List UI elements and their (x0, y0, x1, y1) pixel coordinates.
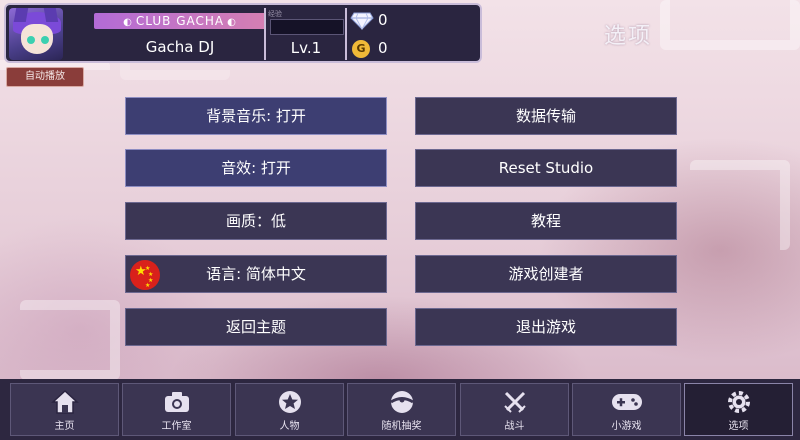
nav-gacha[interactable]: 随机抽奖 (347, 383, 456, 436)
game-creators-button[interactable]: 游戏创建者 (415, 255, 677, 293)
nav-label: 小游戏 (611, 421, 642, 432)
auto-play-button[interactable]: 自动播放 (6, 67, 84, 87)
china-flag-icon: ★ ★ ★ ★ ★ (130, 260, 160, 290)
diamond-icon (350, 12, 374, 30)
nav-label: 随机抽奖 (381, 421, 422, 432)
gacha-ball-icon (348, 388, 455, 416)
tutorial-button[interactable]: 教程 (415, 202, 677, 240)
club-name: CLUB GACHA (94, 13, 266, 29)
button-label: 语言: 简体中文 (206, 265, 306, 283)
avatar[interactable] (9, 8, 63, 60)
nav-label: 工作室 (161, 421, 192, 432)
gem-count: 0 (378, 11, 388, 29)
gold-coin-icon: G (352, 40, 370, 58)
gamepad-icon (573, 388, 680, 416)
button-label: 背景音乐: 打开 (206, 107, 306, 125)
nav-label: 人物 (279, 421, 300, 432)
nav-label: 主页 (54, 421, 75, 432)
camera-icon (123, 388, 230, 416)
divider (264, 8, 266, 60)
nav-characters[interactable]: 人物 (235, 383, 344, 436)
exit-game-button[interactable]: 退出游戏 (415, 308, 677, 346)
data-transfer-button[interactable]: 数据传输 (415, 97, 677, 135)
player-level: Lv.1 (290, 39, 322, 57)
language-button[interactable]: ★ ★ ★ ★ ★ 语言: 简体中文 (125, 255, 387, 293)
home-icon (11, 388, 118, 416)
crossed-swords-icon (461, 388, 568, 416)
background-swirl (690, 160, 790, 250)
button-label: 数据传输 (515, 107, 576, 125)
button-label: 游戏创建者 (508, 265, 584, 283)
bgm-toggle-button[interactable]: 背景音乐: 打开 (125, 97, 387, 135)
gear-icon (685, 388, 792, 416)
gold-count: 0 (378, 39, 388, 57)
button-label: 画质：低 (225, 212, 286, 230)
star-icon (236, 388, 343, 416)
reset-studio-button[interactable]: Reset Studio (415, 149, 677, 187)
button-label: 教程 (530, 212, 561, 230)
nav-label: 选项 (728, 421, 749, 432)
background-swirl (660, 0, 800, 50)
xp-label: 经验 (268, 10, 282, 18)
button-label: 退出游戏 (515, 318, 576, 336)
page-title: 选项 (604, 24, 653, 49)
nav-options[interactable]: 选项 (684, 383, 793, 436)
divider (345, 8, 347, 60)
player-name: Gacha DJ (145, 38, 215, 56)
button-label: Reset Studio (498, 159, 594, 177)
button-label: 返回主题 (225, 318, 286, 336)
sfx-toggle-button[interactable]: 音效: 打开 (125, 149, 387, 187)
xp-bar (270, 19, 344, 35)
nav-home[interactable]: 主页 (10, 383, 119, 436)
return-to-title-button[interactable]: 返回主题 (125, 308, 387, 346)
button-label: 音效: 打开 (221, 159, 291, 177)
graphics-quality-button[interactable]: 画质：低 (125, 202, 387, 240)
nav-battle[interactable]: 战斗 (460, 383, 569, 436)
profile-panel[interactable]: CLUB GACHA Gacha DJ 经验 Lv.1 0 G 0 (4, 3, 482, 63)
background-swirl (20, 300, 120, 380)
nav-label: 战斗 (504, 421, 525, 432)
nav-minigames[interactable]: 小游戏 (572, 383, 681, 436)
nav-studio[interactable]: 工作室 (122, 383, 231, 436)
